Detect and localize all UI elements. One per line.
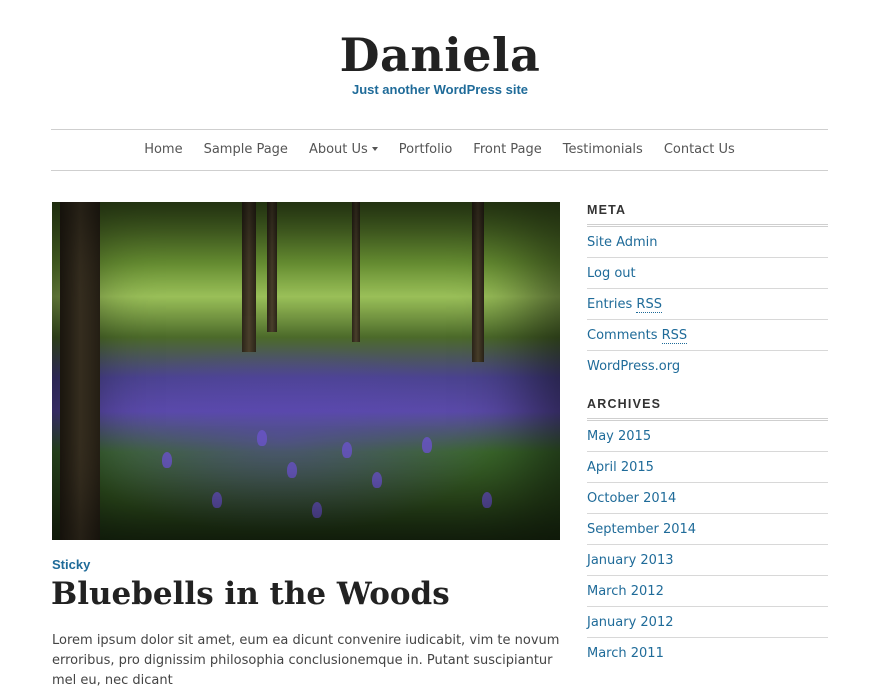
post-title[interactable]: Bluebells in the Woods [51, 572, 450, 616]
nav-item-about-us-label: About Us [308, 142, 368, 157]
rss-abbr: RSS [661, 328, 688, 344]
archive-link[interactable]: April 2015 [587, 452, 828, 483]
primary-navigation: Home Sample Page About Us Portfolio Fron… [51, 129, 828, 171]
meta-link-log-out[interactable]: Log out [587, 258, 828, 289]
archives-list: May 2015 April 2015 October 2014 Septemb… [587, 421, 828, 668]
archives-widget: ARCHIVES May 2015 April 2015 October 201… [587, 394, 828, 668]
nav-item-contact-us[interactable]: Contact Us [653, 130, 745, 170]
meta-link-entries-rss[interactable]: Entries RSS [587, 289, 828, 320]
meta-widget-title: META [587, 200, 828, 227]
archive-link[interactable]: May 2015 [587, 421, 828, 452]
archive-link[interactable]: January 2013 [587, 545, 828, 576]
nav-item-portfolio[interactable]: Portfolio [388, 130, 462, 170]
comments-rss-prefix: Comments [587, 328, 662, 343]
nav-item-front-page[interactable]: Front Page [463, 130, 553, 170]
image-vignette [52, 202, 560, 540]
sticky-badge: Sticky [52, 557, 91, 572]
meta-list: Site Admin Log out Entries RSS Comments … [587, 227, 828, 381]
caret-down-icon [371, 146, 378, 151]
site-tagline: Just another WordPress site [351, 82, 529, 97]
meta-link-wordpress-org[interactable]: WordPress.org [587, 351, 828, 381]
site-header: Daniela Just another WordPress site [0, 0, 880, 130]
archive-link[interactable]: March 2011 [587, 638, 828, 668]
site-title[interactable]: Daniela [0, 26, 880, 84]
rss-abbr: RSS [636, 297, 662, 313]
nav-item-testimonials[interactable]: Testimonials [552, 130, 653, 170]
post-excerpt: Lorem ipsum dolor sit amet, eum ea dicun… [52, 633, 560, 688]
nav-item-about-us[interactable]: About Us [298, 130, 388, 170]
archive-link[interactable]: January 2012 [587, 607, 828, 638]
meta-widget: META Site Admin Log out Entries RSS Comm… [587, 200, 828, 381]
archives-widget-title: ARCHIVES [587, 394, 828, 421]
sidebar: META Site Admin Log out Entries RSS Comm… [587, 200, 828, 668]
nav-item-sample-page[interactable]: Sample Page [193, 130, 298, 170]
entries-rss-prefix: Entries [587, 297, 637, 312]
nav-item-home[interactable]: Home [134, 130, 193, 170]
featured-image-bluebells[interactable] [52, 202, 560, 540]
archive-link[interactable]: September 2014 [587, 514, 828, 545]
archive-link[interactable]: October 2014 [587, 483, 828, 514]
archive-link[interactable]: March 2012 [587, 576, 828, 607]
meta-link-comments-rss[interactable]: Comments RSS [587, 320, 828, 351]
meta-link-site-admin[interactable]: Site Admin [587, 227, 828, 258]
